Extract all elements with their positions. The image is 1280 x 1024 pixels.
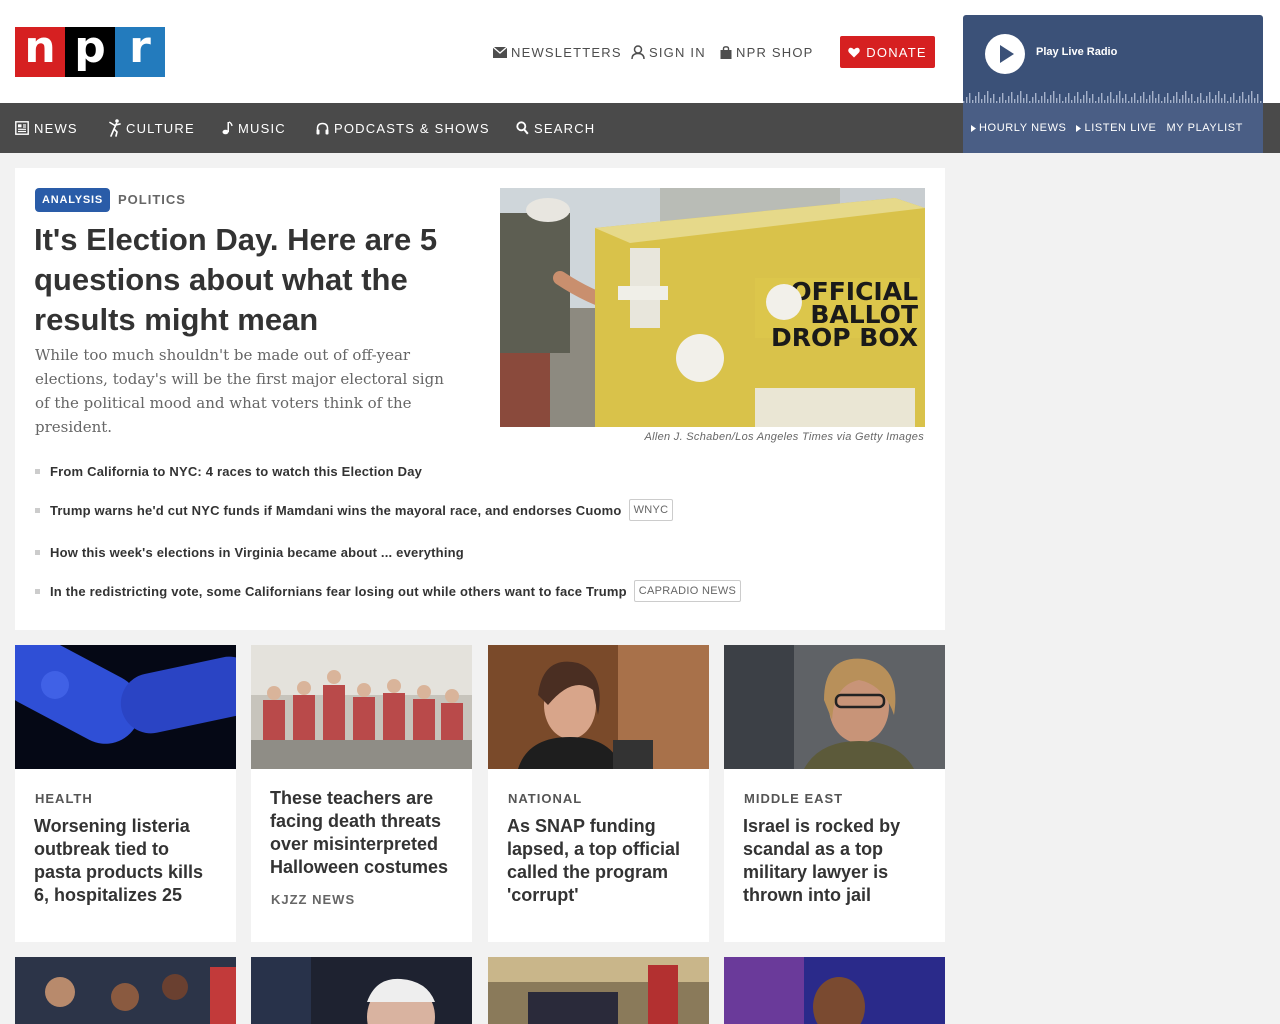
play-icon [1000, 45, 1014, 63]
nav-music-label: MUSIC [238, 120, 286, 136]
story-thumbnail [488, 645, 709, 769]
nav-search[interactable]: SEARCH [516, 103, 595, 153]
logo-letter-n: n [15, 26, 65, 77]
hourly-news-link[interactable]: HOURLY NEWS [971, 122, 1066, 134]
story-thumbnail [724, 645, 945, 769]
nav-music[interactable]: MUSIC [222, 103, 286, 153]
story-title: As SNAP funding lapsed, a top official c… [507, 816, 681, 905]
story-thumbnail [251, 645, 472, 769]
bullet-square-icon [35, 588, 40, 594]
play-live-radio-button[interactable] [985, 34, 1025, 74]
related-story-title: How this week's elections in Virginia be… [50, 544, 464, 560]
story-thumbnail [724, 957, 945, 1024]
caret-right-icon [971, 124, 976, 132]
story-thumbnail [488, 957, 709, 1024]
user-icon [631, 45, 645, 59]
featured-teaser: While too much shouldn't be made out of … [35, 346, 444, 436]
story-thumbnail [251, 957, 472, 1024]
nav-culture[interactable]: CULTURE [108, 103, 195, 153]
story-card-teachers[interactable]: These teachers are facing death threats … [251, 645, 472, 942]
source-tag: WNYC [628, 499, 674, 521]
story-category: NATIONAL [508, 791, 583, 806]
sign-in-label: SIGN IN [649, 44, 706, 60]
nav-podcasts[interactable]: PODCASTS & SHOWS [316, 103, 490, 153]
npr-shop-label: NPR SHOP [736, 44, 814, 60]
featured-headline[interactable]: It's Election Day. Here are 5 questions … [34, 220, 464, 340]
story-thumbnail [15, 957, 236, 1024]
related-story-title: In the redistricting vote, some Californ… [50, 583, 627, 599]
nav-culture-label: CULTURE [126, 120, 195, 136]
envelope-icon [493, 46, 507, 58]
listen-live-link[interactable]: LISTEN LIVE [1076, 122, 1156, 134]
play-live-radio-label: Play Live Radio [1036, 46, 1118, 58]
story-category: HEALTH [35, 791, 93, 806]
npr-shop-link[interactable]: NPR SHOP [720, 42, 814, 62]
heart-icon [848, 47, 861, 57]
bullet-square-icon [35, 507, 40, 513]
story-card-thumbnail-7[interactable] [488, 957, 709, 1024]
bullet-square-icon [35, 468, 40, 474]
newsletters-link[interactable]: NEWSLETTERS [493, 42, 622, 62]
music-note-icon [222, 121, 233, 135]
live-radio-player: Play Live Radio HOURLY NEWS LISTEN LIVE … [963, 15, 1263, 153]
headphones-icon [316, 122, 329, 134]
nav-news-label: NEWS [34, 120, 78, 136]
story-title: Israel is rocked by scandal as a top mil… [743, 816, 901, 905]
story-card-listeria[interactable]: HEALTH Worsening listeria outbreak tied … [15, 645, 236, 942]
npr-logo[interactable]: n p r [15, 26, 165, 77]
drop-box-text-line3: DROP BOX [771, 323, 918, 352]
related-story-title: Trump warns he'd cut NYC funds if Mamdan… [50, 502, 622, 518]
player-links: HOURLY NEWS LISTEN LIVE MY PLAYLIST [963, 103, 1263, 153]
featured-image[interactable]: OFFICIAL BALLOT DROP BOX [500, 188, 925, 427]
nav-search-label: SEARCH [534, 120, 596, 136]
newspaper-icon [15, 121, 29, 135]
related-story-4[interactable]: In the redistricting vote, some Californ… [35, 578, 742, 604]
audio-waveform-icon [963, 91, 1262, 103]
story-thumbnail [15, 645, 236, 769]
related-story-3[interactable]: How this week's elections in Virginia be… [35, 539, 464, 565]
image-credit: Allen J. Schaben/Los Angeles Times via G… [644, 431, 924, 443]
listen-live-label: LISTEN LIVE [1084, 122, 1157, 134]
search-icon [516, 121, 529, 135]
related-story-title: From California to NYC: 4 races to watch… [50, 463, 423, 479]
featured-story-card: ANALYSIS POLITICS It's Election Day. Her… [15, 168, 945, 630]
my-playlist-label: MY PLAYLIST [1166, 122, 1243, 134]
nav-podcasts-label: PODCASTS & SHOWS [334, 120, 490, 136]
story-card-thumbnail-8[interactable] [724, 957, 945, 1024]
hourly-news-label: HOURLY NEWS [979, 122, 1067, 134]
source-tag: CAPRADIO NEWS [633, 580, 742, 602]
story-card-thumbnail-6[interactable] [251, 957, 472, 1024]
story-card-thumbnail-5[interactable] [15, 957, 236, 1024]
related-story-1[interactable]: From California to NYC: 4 races to watch… [35, 458, 422, 484]
caret-right-icon [1076, 124, 1082, 132]
shopping-bag-icon [720, 45, 732, 59]
related-story-2[interactable]: Trump warns he'd cut NYC funds if Mamdan… [35, 497, 674, 523]
dancer-icon [109, 119, 121, 137]
logo-letter-r: r [115, 26, 165, 77]
story-title: Worsening listeria outbreak tied to past… [34, 816, 204, 905]
story-title: These teachers are facing death threats … [270, 788, 449, 877]
story-source: KJZZ NEWS [271, 892, 356, 907]
story-card-israel[interactable]: MIDDLE EAST Israel is rocked by scandal … [724, 645, 945, 942]
logo-letter-p: p [65, 26, 115, 77]
bullet-square-icon [35, 549, 40, 555]
donate-button[interactable]: DONATE [840, 36, 935, 68]
my-playlist-link[interactable]: MY PLAYLIST [1167, 122, 1244, 134]
sign-in-link[interactable]: SIGN IN [631, 42, 706, 62]
ballot-drop-box-image: OFFICIAL BALLOT DROP BOX [500, 188, 925, 427]
section-kicker[interactable]: POLITICS [118, 192, 186, 207]
donate-label: DONATE [866, 44, 927, 60]
newsletters-label: NEWSLETTERS [511, 44, 622, 60]
nav-news[interactable]: NEWS [15, 103, 78, 153]
story-category: MIDDLE EAST [744, 791, 844, 806]
analysis-badge[interactable]: ANALYSIS [35, 188, 111, 212]
story-card-snap[interactable]: NATIONAL As SNAP funding lapsed, a top o… [488, 645, 709, 942]
